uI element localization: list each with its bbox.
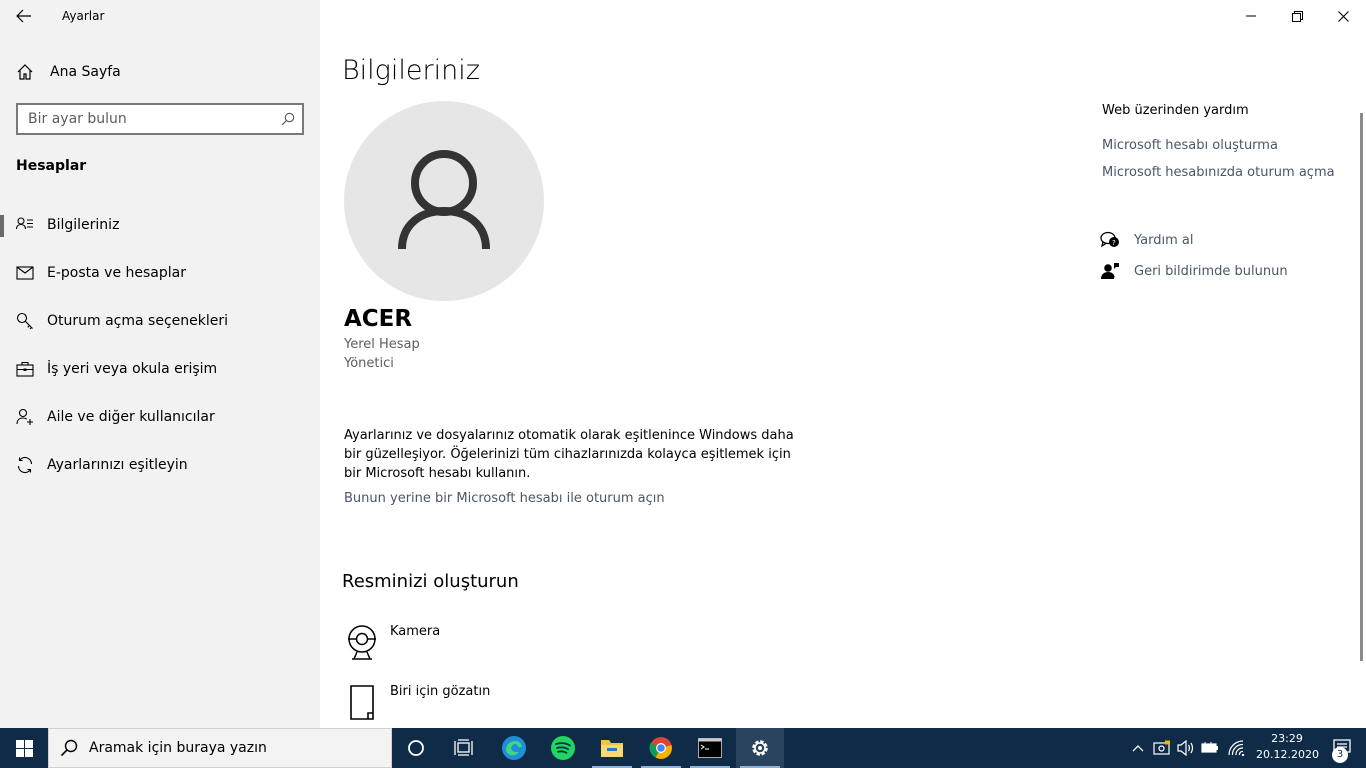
create-ms-account-link[interactable]: Microsoft hesabı oluşturma	[1102, 138, 1278, 153]
minimize-icon	[1246, 15, 1256, 17]
terminal-app[interactable]	[686, 728, 734, 768]
battery-icon	[1201, 742, 1218, 753]
settings-search-input[interactable]	[18, 105, 274, 133]
sidebar-item-sync-settings[interactable]: Ayarlarınızı eşitleyin	[0, 445, 320, 485]
volume-tray[interactable]	[1176, 738, 1196, 758]
settings-app[interactable]	[736, 728, 784, 768]
start-button[interactable]	[0, 728, 48, 768]
get-help-link[interactable]: ? Yardım al	[1100, 231, 1193, 249]
sidebar-item-family-users[interactable]: Aile ve diğer kullanıcılar	[0, 397, 320, 437]
search-icon	[49, 739, 89, 757]
account-type: Yerel Hesap	[344, 337, 420, 352]
sidebar-item-your-info[interactable]: Bilgileriniz	[0, 205, 320, 245]
sidebar-item-label: Oturum açma seçenekleri	[47, 313, 229, 329]
sync-icon	[16, 456, 34, 474]
spotify-icon	[551, 736, 575, 760]
edge-app[interactable]	[490, 728, 538, 768]
notification-count-badge: 3	[1332, 747, 1348, 763]
camera-label: Kamera	[390, 624, 441, 639]
settings-search-box[interactable]	[16, 103, 304, 135]
sidebar-item-email-accounts[interactable]: E-posta ve hesaplar	[0, 253, 320, 293]
sidebar-item-work-school[interactable]: İş yeri veya okula erişim	[0, 349, 320, 389]
briefcase-icon	[16, 360, 34, 378]
wifi-tray[interactable]	[1226, 738, 1246, 758]
sidebar-item-label: Ayarlarınızı eşitleyin	[47, 457, 188, 473]
microsoft-signin-link[interactable]: Bunun yerine bir Microsoft hesabı ile ot…	[344, 491, 665, 506]
restore-button[interactable]	[1274, 0, 1320, 32]
terminal-icon	[698, 738, 722, 758]
browse-option[interactable]: Biri için gözatın	[344, 684, 490, 722]
edge-icon	[502, 736, 526, 760]
wifi-icon	[1228, 740, 1245, 756]
user-silhouette-icon	[398, 150, 490, 250]
web-help-heading: Web üzerinden yardım	[1102, 103, 1249, 118]
speaker-icon	[1177, 740, 1194, 756]
chrome-icon	[649, 737, 672, 759]
camera-icon	[344, 624, 380, 662]
sync-description: Ayarlarınız ve dosyalarınız otomatik ola…	[344, 428, 794, 481]
task-view-icon	[454, 739, 473, 756]
content-scrollbar[interactable]	[1360, 113, 1363, 661]
feedback-icon	[1101, 263, 1119, 279]
cortana-icon	[408, 740, 424, 756]
sidebar-item-sign-in-options[interactable]: Oturum açma seçenekleri	[0, 301, 320, 341]
sidebar-item-label: İş yeri veya okula erişim	[47, 361, 218, 377]
feedback-link[interactable]: Geri bildirimde bulunun	[1100, 262, 1288, 280]
taskbar: Aramak için buraya yazın 23:29 20.12.202…	[0, 728, 1366, 768]
settings-icon	[752, 740, 768, 756]
cortana-button[interactable]	[392, 728, 440, 768]
chevron-up-icon	[1132, 745, 1144, 752]
restore-icon	[1291, 10, 1303, 22]
taskbar-search-placeholder: Aramak için buraya yazın	[89, 740, 267, 756]
section-heading: Hesaplar	[16, 158, 87, 174]
home-link[interactable]: Ana Sayfa	[16, 63, 121, 81]
sign-in-ms-account-link[interactable]: Microsoft hesabınızda oturum açma	[1102, 165, 1335, 180]
meet-now-tray[interactable]	[1152, 738, 1172, 758]
browse-label: Biri için gözatın	[390, 684, 491, 699]
close-button[interactable]	[1320, 0, 1366, 32]
sidebar: Ayarlar Ana Sayfa Hesaplar Bilgileriniz …	[0, 0, 320, 728]
chrome-app[interactable]	[637, 728, 685, 768]
key-icon	[16, 312, 34, 330]
meet-now-icon	[1153, 740, 1170, 755]
sidebar-item-label: E-posta ve hesaplar	[47, 265, 186, 281]
account-role: Yönetici	[344, 356, 394, 371]
minimize-button[interactable]	[1228, 0, 1274, 32]
windows-logo-icon	[15, 739, 33, 757]
person-list-icon	[16, 216, 34, 234]
feedback-label: Geri bildirimde bulunun	[1134, 263, 1288, 279]
search-icon[interactable]	[274, 112, 302, 126]
page-title: Bilgileriniz	[342, 55, 480, 86]
taskbar-search-box[interactable]: Aramak için buraya yazın	[48, 728, 392, 768]
avatar	[344, 101, 544, 301]
file-explorer-app[interactable]	[588, 728, 636, 768]
create-picture-heading: Resminizi oluşturun	[342, 571, 519, 592]
app-title: Ayarlar	[62, 9, 105, 23]
svg-text:?: ?	[1112, 239, 1116, 247]
sidebar-item-label: Bilgileriniz	[47, 217, 120, 233]
camera-option[interactable]: Kamera	[344, 624, 440, 662]
file-explorer-icon	[601, 740, 623, 757]
get-help-label: Yardım al	[1134, 232, 1194, 248]
home-icon	[17, 64, 33, 80]
mail-icon	[16, 264, 34, 282]
back-button[interactable]	[10, 4, 38, 28]
show-hidden-icons-button[interactable]	[1128, 738, 1148, 758]
clock-date: 20.12.2020	[1256, 748, 1319, 761]
spotify-app[interactable]	[539, 728, 587, 768]
back-arrow-icon	[16, 9, 31, 23]
clock-time: 23:29	[1271, 732, 1303, 745]
sidebar-item-label: Aile ve diğer kullanıcılar	[47, 409, 215, 425]
clock[interactable]: 23:29 20.12.2020	[1256, 731, 1319, 763]
close-icon	[1337, 10, 1349, 22]
battery-tray[interactable]	[1200, 738, 1220, 758]
home-label: Ana Sayfa	[50, 64, 121, 80]
user-name: ACER	[344, 306, 413, 332]
chat-help-icon: ?	[1100, 231, 1119, 248]
browse-icon	[344, 684, 380, 722]
task-view-button[interactable]	[440, 728, 488, 768]
add-person-icon	[16, 408, 34, 426]
